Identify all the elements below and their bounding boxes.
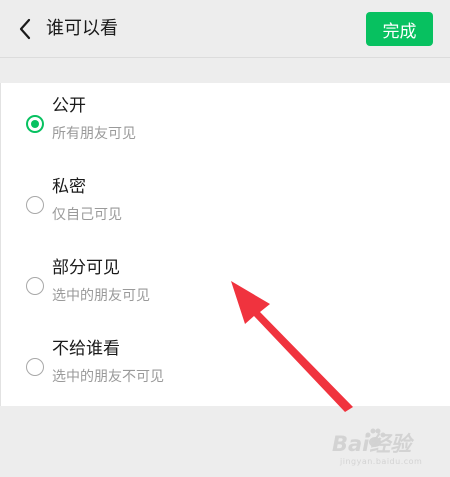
radio-button[interactable] — [26, 277, 44, 295]
chevron-left-icon — [19, 18, 31, 40]
page-title: 谁可以看 — [46, 18, 118, 39]
option-public[interactable]: 公开 所有朋友可见 — [1, 83, 450, 164]
option-title: 公开 — [52, 96, 86, 116]
option-title: 私密 — [52, 177, 86, 197]
option-subtitle: 选中的朋友可见 — [52, 288, 150, 304]
option-subtitle: 选中的朋友不可见 — [52, 369, 164, 385]
radio-button-selected[interactable] — [26, 115, 44, 133]
watermark-url: jingyan.baidu.com — [340, 457, 423, 466]
done-button[interactable]: 完成 — [366, 12, 433, 46]
option-private[interactable]: 私密 仅自己可见 — [1, 164, 450, 245]
watermark: Bai经验 jingyan.baidu.com — [332, 420, 444, 470]
paw-icon — [365, 428, 386, 447]
option-partially-visible[interactable]: 部分可见 选中的朋友可见 — [1, 245, 450, 326]
radio-button[interactable] — [26, 358, 44, 376]
top-bar: 谁可以看 完成 — [0, 0, 450, 58]
option-title: 部分可见 — [52, 258, 120, 278]
option-subtitle: 仅自己可见 — [52, 207, 122, 223]
option-title: 不给谁看 — [52, 339, 120, 359]
option-subtitle: 所有朋友可见 — [52, 126, 136, 142]
back-button[interactable] — [12, 14, 38, 44]
option-hide-from[interactable]: 不给谁看 选中的朋友不可见 — [1, 326, 450, 407]
radio-button[interactable] — [26, 196, 44, 214]
visibility-options-list: 公开 所有朋友可见 私密 仅自己可见 部分可见 选中的朋友可见 不给谁看 选中的… — [0, 83, 450, 406]
